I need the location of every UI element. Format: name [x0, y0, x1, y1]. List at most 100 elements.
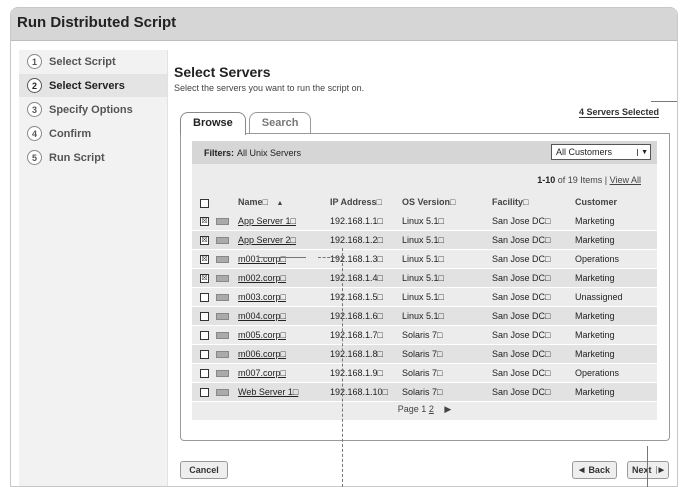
- customer: Marketing: [575, 216, 615, 226]
- row-checkbox[interactable]: ☒: [200, 236, 209, 245]
- server-name-link[interactable]: m003.corp□: [238, 292, 286, 302]
- filter-bar: Filters: All Unix Servers All Customers …: [192, 141, 657, 164]
- cancel-button[interactable]: Cancel: [180, 461, 228, 479]
- page-current: 1: [421, 404, 427, 414]
- next-button[interactable]: Next ▶: [627, 461, 669, 479]
- tab-search[interactable]: Search: [248, 112, 312, 133]
- customer-select[interactable]: All Customers ▼: [551, 144, 651, 160]
- step-number: 4: [27, 126, 42, 141]
- next-arrow-icon: ▶: [655, 466, 664, 474]
- row-checkbox[interactable]: [200, 388, 209, 397]
- os-version: Solaris 7□: [402, 387, 443, 397]
- os-version: Linux 5.1□: [402, 311, 444, 321]
- row-checkbox[interactable]: [200, 293, 209, 302]
- next-page-icon[interactable]: ▶: [444, 404, 451, 414]
- table-row[interactable]: m003.corp□ 192.168.1.5□ Linux 5.1□ San J…: [192, 288, 657, 307]
- table-row[interactable]: m006.corp□ 192.168.1.8□ Solaris 7□ San J…: [192, 345, 657, 364]
- step-label: Select Script: [49, 55, 116, 68]
- wizard-window: Run Distributed Script 1 Select Script 2…: [10, 7, 678, 487]
- server-name-link[interactable]: App Server 2□: [238, 235, 296, 245]
- annotation-line: [258, 257, 306, 258]
- customer: Marketing: [575, 387, 615, 397]
- facility: San Jose DC□: [492, 254, 551, 264]
- ip-address: 192.168.1.6□: [330, 311, 383, 321]
- table-row[interactable]: ☒ App Server 1□ 192.168.1.1□ Linux 5.1□ …: [192, 212, 657, 231]
- facility: San Jose DC□: [492, 235, 551, 245]
- row-checkbox[interactable]: [200, 312, 209, 321]
- step-specify-options[interactable]: 3 Specify Options: [19, 98, 167, 121]
- facility: San Jose DC□: [492, 368, 551, 378]
- os-version: Linux 5.1□: [402, 254, 444, 264]
- step-label: Specify Options: [49, 103, 133, 116]
- step-number: 3: [27, 102, 42, 117]
- server-icon: [216, 389, 229, 396]
- back-arrow-icon: ◀: [579, 467, 585, 474]
- customer: Marketing: [575, 349, 615, 359]
- ip-address: 192.168.1.1□: [330, 216, 383, 226]
- servers-selected-link[interactable]: 4 Servers Selected: [578, 107, 659, 118]
- table-header: Name□ ▲ IP Address□ OS Version□ Facility…: [192, 194, 657, 212]
- chevron-down-icon: ▼: [637, 148, 648, 156]
- column-header-facility[interactable]: Facility□: [492, 197, 528, 207]
- table-row[interactable]: ☒ m001.corp□ 192.168.1.3□ Linux 5.1□ San…: [192, 250, 657, 269]
- column-header-ip[interactable]: IP Address□: [330, 197, 382, 207]
- row-checkbox[interactable]: ☒: [200, 217, 209, 226]
- view-all-link[interactable]: View All: [610, 175, 641, 185]
- row-checkbox[interactable]: [200, 369, 209, 378]
- facility: San Jose DC□: [492, 292, 551, 302]
- step-select-script[interactable]: 1 Select Script: [19, 50, 167, 73]
- server-name-link[interactable]: m002.corp□: [238, 273, 286, 283]
- table-row[interactable]: ☒ App Server 2□ 192.168.1.2□ Linux 5.1□ …: [192, 231, 657, 250]
- annotation-line: [318, 257, 344, 258]
- row-checkbox[interactable]: ☒: [200, 255, 209, 264]
- os-version: Solaris 7□: [402, 330, 443, 340]
- wizard-steps-sidebar: 1 Select Script 2 Select Servers 3 Speci…: [19, 50, 168, 486]
- ip-address: 192.168.1.8□: [330, 349, 383, 359]
- server-name-link[interactable]: m004.corp□: [238, 311, 286, 321]
- table-row[interactable]: ☒ m002.corp□ 192.168.1.4□ Linux 5.1□ San…: [192, 269, 657, 288]
- table-row[interactable]: m004.corp□ 192.168.1.6□ Linux 5.1□ San J…: [192, 307, 657, 326]
- tab-bar: Browse Search: [180, 112, 314, 135]
- server-name-link[interactable]: App Server 1□: [238, 216, 296, 226]
- server-icon: [216, 370, 229, 377]
- server-name-link[interactable]: m006.corp□: [238, 349, 286, 359]
- step-confirm[interactable]: 4 Confirm: [19, 122, 167, 145]
- column-label: Name□: [238, 197, 268, 207]
- page-title: Select Servers: [174, 64, 271, 80]
- column-header-name[interactable]: Name□ ▲: [238, 197, 283, 207]
- column-header-customer[interactable]: Customer: [575, 197, 617, 207]
- annotation-line: [342, 248, 343, 487]
- server-name-link[interactable]: Web Server 1□: [238, 387, 298, 397]
- server-icon: [216, 256, 229, 263]
- step-run-script[interactable]: 5 Run Script: [19, 146, 167, 169]
- server-name-link[interactable]: m007.corp□: [238, 368, 286, 378]
- ip-address: 192.168.1.7□: [330, 330, 383, 340]
- step-select-servers[interactable]: 2 Select Servers: [19, 74, 167, 97]
- server-name-link[interactable]: m005.corp□: [238, 330, 286, 340]
- paging-separator: |: [604, 175, 608, 185]
- filter-label: Filters:: [204, 147, 235, 158]
- step-label: Run Script: [49, 151, 105, 164]
- page-2-link[interactable]: 2: [429, 404, 434, 414]
- ip-address: 192.168.1.5□: [330, 292, 383, 302]
- paging-info: 1-10 of 19 Items | View All: [537, 175, 641, 185]
- server-icon: [216, 237, 229, 244]
- customer: Marketing: [575, 273, 615, 283]
- table-row[interactable]: m007.corp□ 192.168.1.9□ Solaris 7□ San J…: [192, 364, 657, 383]
- back-button[interactable]: ◀ Back: [572, 461, 617, 479]
- column-header-os[interactable]: OS Version□: [402, 197, 455, 207]
- tab-browse[interactable]: Browse: [180, 112, 246, 135]
- table-row[interactable]: m005.corp□ 192.168.1.7□ Solaris 7□ San J…: [192, 326, 657, 345]
- server-icon: [216, 218, 229, 225]
- server-icon: [216, 332, 229, 339]
- row-checkbox[interactable]: ☒: [200, 274, 209, 283]
- select-all-checkbox[interactable]: [200, 199, 209, 208]
- facility: San Jose DC□: [492, 311, 551, 321]
- facility: San Jose DC□: [492, 216, 551, 226]
- server-icon: [216, 313, 229, 320]
- row-checkbox[interactable]: [200, 350, 209, 359]
- customer: Marketing: [575, 330, 615, 340]
- row-checkbox[interactable]: [200, 331, 209, 340]
- server-name-link[interactable]: m001.corp□: [238, 254, 286, 264]
- ip-address: 192.168.1.9□: [330, 368, 383, 378]
